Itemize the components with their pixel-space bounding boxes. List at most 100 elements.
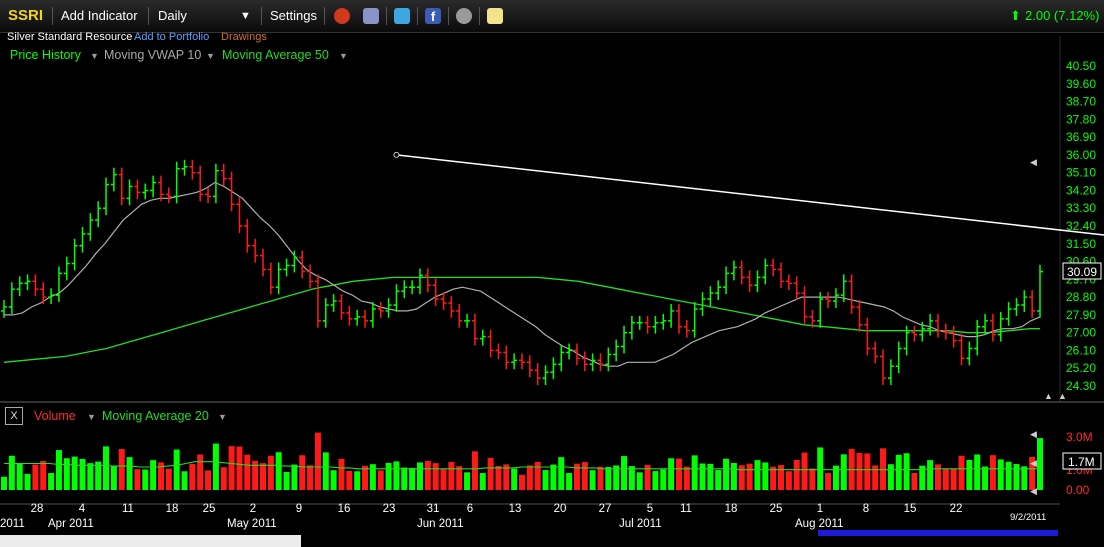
add-to-portfolio-link[interactable]: Add to Portfolio: [134, 31, 209, 43]
ohlc-bar: [134, 179, 141, 200]
ohlc-bar: [260, 248, 266, 277]
volume-bar: [63, 458, 70, 490]
ohlc-bar: [338, 294, 345, 320]
ohlc-bar: [934, 313, 941, 338]
vwap-indicator[interactable]: Moving VWAP 10: [104, 48, 201, 62]
ohlc-bar: [103, 177, 110, 216]
chevron-down-icon[interactable]: ▼: [90, 51, 99, 61]
volume-bar: [322, 452, 329, 490]
scroll-down-arrow-icon[interactable]: ▲: [1058, 391, 1067, 401]
ohlc-bar: [401, 280, 408, 299]
volume-bar: [16, 463, 23, 490]
x-axis-day-label: 4: [79, 503, 86, 515]
volume-arrow-icon[interactable]: ◀: [1030, 486, 1037, 496]
y-axis-tick-label: 33.30: [1066, 201, 1096, 215]
facebook-icon[interactable]: f: [425, 8, 441, 24]
volume-bar: [699, 463, 706, 490]
volume-arrow-icon[interactable]: ◀: [1030, 429, 1037, 439]
volume-indicator[interactable]: Volume: [34, 409, 76, 423]
settings-button[interactable]: Settings: [270, 8, 317, 23]
volume-ma20-indicator[interactable]: Moving Average 20: [102, 409, 209, 423]
ohlc-bar: [652, 315, 659, 334]
ohlc-bar: [675, 304, 682, 334]
twitter-icon[interactable]: [394, 8, 410, 24]
volume-bar: [817, 447, 824, 490]
volume-bar: [197, 454, 204, 490]
volume-bar: [809, 468, 816, 490]
volume-bar: [236, 446, 243, 490]
volume-bar: [534, 461, 541, 490]
volume-axis-tick-label: 1.0M: [1066, 463, 1093, 477]
chevron-down-icon[interactable]: ▼: [206, 51, 215, 61]
ohlc-bar: [464, 313, 471, 328]
ohlc-bar: [762, 258, 769, 285]
ohlc-bar: [997, 311, 1004, 342]
ohlc-bar: [511, 353, 518, 370]
ohlc-bar: [24, 274, 31, 291]
volume-bar: [126, 457, 133, 490]
ticker-symbol[interactable]: SSRI: [8, 7, 43, 24]
volume-bar: [950, 468, 957, 490]
volume-bar: [519, 474, 525, 490]
ohlc-bar: [738, 260, 745, 285]
volume-bar: [903, 453, 910, 490]
price-history-indicator[interactable]: Price History: [10, 48, 81, 62]
ohlc-bar: [950, 325, 957, 348]
volume-bar: [471, 451, 478, 490]
ohlc-bar: [825, 292, 832, 308]
price-volume-chart: 40.50 39.60 38.70 37.80 36.90 36.00 35.10 34.20…: [0, 36, 1104, 530]
x-axis-month-label: Apr 2011: [48, 518, 94, 530]
scroll-bar[interactable]: [818, 530, 1058, 536]
scroll-down-arrow-icon[interactable]: ▲: [1044, 391, 1053, 401]
divider: [479, 7, 480, 25]
x-axis-month-label: 2011: [0, 518, 25, 530]
ohlc-bar: [519, 353, 525, 370]
scroll-up-arrow-icon[interactable]: ◀: [1030, 157, 1037, 167]
period-select[interactable]: Daily: [158, 8, 187, 23]
volume-bar: [683, 466, 690, 490]
ma50-indicator[interactable]: Moving Average 50: [222, 48, 329, 62]
trend-line: [396, 154, 1104, 236]
ohlc-bar: [785, 274, 792, 291]
chevron-down-icon[interactable]: ▼: [240, 10, 251, 22]
sticky-note-icon[interactable]: [487, 8, 503, 24]
ohlc-bar: [409, 280, 416, 295]
y-axis-tick-label: 29.70: [1066, 272, 1096, 286]
volume-bar: [589, 470, 596, 490]
alarm-icon[interactable]: [334, 8, 350, 24]
volume-bar: [134, 469, 141, 490]
ohlc-bar: [778, 262, 784, 289]
volume-arrow-icon[interactable]: ◀: [1030, 458, 1037, 468]
volume-bar: [1, 476, 7, 490]
volume-bar: [424, 460, 431, 490]
drawings-link[interactable]: Drawings: [221, 31, 267, 43]
ohlc-bar: [644, 315, 651, 334]
volume-bar: [770, 466, 777, 490]
notes-icon[interactable]: [363, 8, 379, 24]
chevron-down-icon[interactable]: ▼: [218, 412, 227, 422]
ohlc-bar: [236, 197, 243, 233]
chevron-down-icon[interactable]: ▼: [339, 51, 348, 61]
ohlc-bar: [793, 276, 800, 301]
volume-bar: [558, 457, 565, 490]
x-axis-day-label: 8: [863, 503, 869, 515]
volume-bar: [260, 463, 266, 490]
volume-bar: [291, 464, 298, 490]
ohlc-bar: [322, 298, 329, 328]
x-axis-day-label: 18: [725, 503, 738, 515]
binoculars-icon[interactable]: [456, 8, 472, 24]
volume-bar: [228, 446, 235, 490]
volume-bar: [958, 455, 965, 490]
chevron-down-icon[interactable]: ▼: [87, 412, 96, 422]
y-axis-tick-label: 40.50: [1066, 59, 1096, 73]
volume-bar: [283, 471, 290, 490]
volume-bar: [942, 468, 949, 490]
ohlc-bar: [252, 238, 259, 263]
close-volume-button[interactable]: X: [5, 407, 23, 425]
ohlc-bar: [613, 339, 620, 362]
ohlc-bar: [55, 266, 62, 303]
add-indicator-button[interactable]: Add Indicator: [61, 8, 138, 23]
ohlc-bar: [919, 321, 926, 342]
ohlc-bar: [573, 343, 580, 366]
volume-bar: [628, 466, 635, 490]
